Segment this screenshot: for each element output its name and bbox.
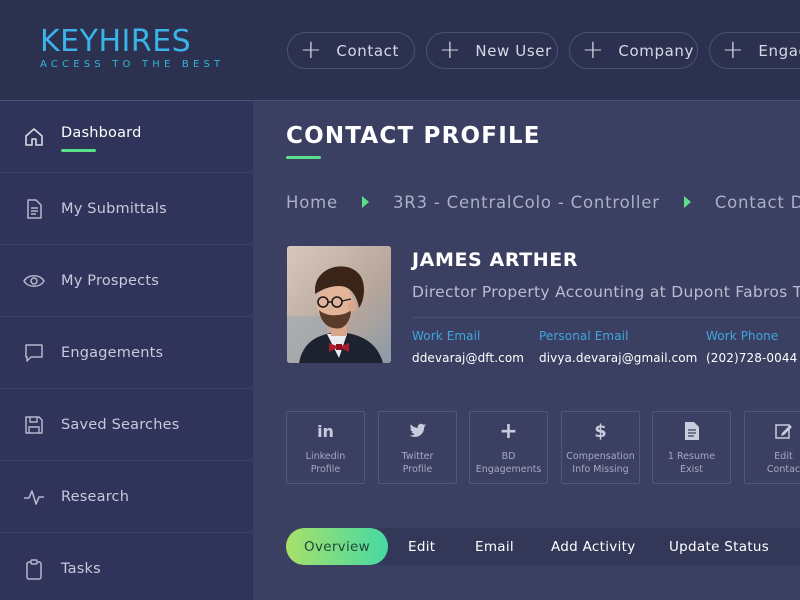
twitter-profile-button[interactable]: Twitter Profile — [378, 411, 457, 484]
add-engagement-label: Engag — [758, 41, 800, 60]
work-email-block: Work Email ddevaraj@dft.com — [412, 329, 524, 365]
add-company-label: Company — [618, 41, 694, 60]
logo-tagline: ACCESS TO THE BEST — [40, 59, 225, 70]
sidebar-item-label: My Prospects — [61, 272, 159, 289]
linkedin-icon: in — [317, 421, 334, 441]
sidebar-item-tasks[interactable]: Tasks — [0, 533, 253, 600]
personal-email-label: Personal Email — [539, 329, 629, 343]
sidebar-item-dashboard[interactable]: Dashboard — [0, 101, 253, 173]
plus-icon: + — [499, 418, 518, 444]
plus-icon: + — [582, 34, 605, 65]
plus-icon: + — [722, 34, 745, 65]
compensation-info-button[interactable]: $ Compensation Info Missing — [561, 411, 640, 484]
profile-tabs: Overview Edit Email Add Activity Update … — [286, 528, 800, 565]
work-phone-value[interactable]: (202)728-0044 e — [706, 351, 800, 365]
keyhires-logo[interactable]: KEYHIRES ACCESS TO THE BEST — [40, 24, 225, 71]
sidebar-item-research[interactable]: Research — [0, 461, 253, 533]
add-new-user-button[interactable]: + New User — [426, 32, 558, 69]
sidebar-item-my-prospects[interactable]: My Prospects — [0, 245, 253, 317]
action-label: BD Engagements — [475, 451, 542, 475]
work-phone-block: Work Phone (202)728-0044 e — [706, 329, 800, 365]
sidebar-item-my-submittals[interactable]: My Submittals — [0, 173, 253, 245]
tab-overview[interactable]: Overview — [286, 528, 388, 565]
linkedin-profile-button[interactable]: in Linkedin Profile — [286, 411, 365, 484]
breadcrumb-current: Contact De — [714, 193, 800, 212]
sidebar-item-label: Engagements — [61, 344, 164, 361]
twitter-icon — [379, 420, 456, 442]
file-icon — [653, 420, 730, 442]
action-label: Edit Contac — [766, 451, 800, 475]
sidebar-item-engagements[interactable]: Engagements — [0, 317, 253, 389]
sidebar: Dashboard My Submittals My Prospects Eng… — [0, 101, 253, 600]
title-underline — [286, 156, 321, 159]
breadcrumb-job[interactable]: 3R3 - CentralColo - Controller — [393, 193, 660, 212]
dollar-icon: $ — [594, 420, 607, 442]
action-label: Compensation Info Missing — [566, 451, 635, 475]
breadcrumb-arrow-icon — [683, 196, 691, 208]
chat-bubble-icon — [25, 343, 43, 362]
edit-contact-button[interactable]: Edit Contac — [744, 411, 800, 484]
contact-job-title: Director Property Accounting at Dupont F… — [412, 283, 800, 301]
top-header: KEYHIRES ACCESS TO THE BEST + Contact + … — [0, 0, 800, 101]
tab-edit[interactable]: Edit — [408, 528, 435, 565]
sidebar-item-saved-searches[interactable]: Saved Searches — [0, 389, 253, 461]
main-content: CONTACT PROFILE Home 3R3 - CentralColo - … — [253, 101, 800, 600]
add-contact-button[interactable]: + Contact — [287, 32, 415, 69]
active-indicator — [61, 149, 96, 152]
eye-icon — [23, 274, 45, 287]
add-engagement-button[interactable]: + Engag — [709, 32, 800, 69]
personal-email-block: Personal Email divya.devaraj@gmail.com — [539, 329, 697, 365]
profile-photo — [287, 246, 391, 363]
edit-icon — [745, 420, 800, 442]
tab-email[interactable]: Email — [475, 528, 514, 565]
sidebar-item-label: Dashboard — [61, 125, 142, 141]
work-email-value[interactable]: ddevaraj@dft.com — [412, 351, 524, 365]
resume-button[interactable]: 1 Resume Exist — [652, 411, 731, 484]
home-icon — [25, 127, 43, 146]
breadcrumb-arrow-icon — [361, 196, 369, 208]
work-phone-label: Work Phone — [706, 329, 779, 343]
floppy-disk-icon — [25, 415, 43, 434]
personal-email-value[interactable]: divya.devaraj@gmail.com — [539, 351, 697, 365]
plus-icon: + — [300, 34, 323, 65]
sidebar-item-label: My Submittals — [61, 200, 167, 217]
breadcrumb-home[interactable]: Home — [286, 193, 338, 212]
document-icon — [27, 198, 42, 219]
tab-add-activity[interactable]: Add Activity — [551, 528, 636, 565]
sidebar-item-label: Tasks — [61, 560, 101, 577]
work-email-label: Work Email — [412, 329, 481, 343]
clipboard-icon — [26, 558, 42, 580]
action-label: Linkedin Profile — [305, 451, 346, 475]
sidebar-item-label: Research — [61, 488, 130, 505]
logo-wordmark: KEYHIRES — [40, 24, 192, 59]
contact-name: JAMES ARTHER — [412, 249, 579, 271]
bd-engagements-button[interactable]: + BD Engagements — [469, 411, 548, 484]
action-label: 1 Resume Exist — [667, 451, 716, 475]
breadcrumb: Home 3R3 - CentralColo - Controller Contac… — [286, 193, 800, 212]
add-new-user-label: New User — [475, 41, 552, 60]
pulse-icon — [24, 489, 44, 505]
action-label: Twitter Profile — [401, 451, 434, 475]
page-title: CONTACT PROFILE — [286, 123, 541, 149]
plus-icon: + — [439, 34, 462, 65]
profile-divider — [412, 317, 800, 318]
add-contact-label: Contact — [336, 41, 399, 60]
tab-update-status[interactable]: Update Status — [669, 528, 769, 565]
add-company-button[interactable]: + Company — [569, 32, 698, 69]
sidebar-item-label: Saved Searches — [61, 416, 180, 433]
